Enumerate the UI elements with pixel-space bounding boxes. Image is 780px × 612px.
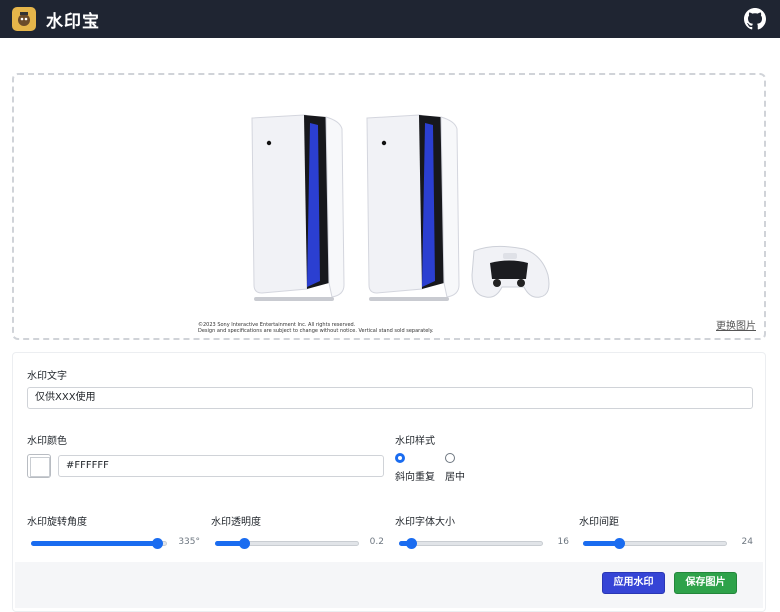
watermark-style-label: 水印样式 xyxy=(395,436,435,447)
github-icon[interactable] xyxy=(744,8,766,30)
slider-thumb[interactable] xyxy=(406,538,417,549)
apply-watermark-button[interactable]: 应用水印 xyxy=(602,572,665,594)
slider-track[interactable] xyxy=(399,541,543,546)
image-caption: ©2023 Sony Interactive Entertainment Inc… xyxy=(198,322,438,334)
settings-panel: 水印文字 仅供XXX使用 水印颜色 #FFFFFF 水印样式 斜向重复 居中 水… xyxy=(12,352,766,612)
top-bar: 水印宝 xyxy=(0,0,780,38)
rotation-value: 335° xyxy=(178,537,200,547)
watermark-color-label: 水印颜色 xyxy=(27,436,67,447)
slider-thumb[interactable] xyxy=(614,538,625,549)
spacing-label: 水印间距 xyxy=(579,517,619,528)
rotation-label: 水印旋转角度 xyxy=(27,517,87,528)
spacing-slider[interactable] xyxy=(583,535,727,551)
save-image-button[interactable]: 保存图片 xyxy=(674,572,737,594)
color-swatch[interactable] xyxy=(27,454,51,478)
caption-line-2: Design and specifications are subject to… xyxy=(198,328,434,334)
change-image-link[interactable]: 更换图片 xyxy=(716,317,756,332)
spacing-value: 24 xyxy=(741,537,753,547)
slider-thumb[interactable] xyxy=(239,538,250,549)
style-radio-diagonal[interactable] xyxy=(395,453,405,463)
app-title: 水印宝 xyxy=(46,11,100,32)
slider-thumb[interactable] xyxy=(152,538,163,549)
action-bar: 应用水印 保存图片 xyxy=(15,562,763,608)
rotation-slider[interactable] xyxy=(31,535,167,551)
color-hex-input[interactable]: #FFFFFF xyxy=(58,455,384,477)
slider-fill xyxy=(31,541,157,546)
font-size-value: 16 xyxy=(557,537,569,547)
opacity-label: 水印透明度 xyxy=(211,517,261,528)
font-size-slider[interactable] xyxy=(399,535,543,551)
app-logo-icon xyxy=(12,7,36,31)
font-size-label: 水印字体大小 xyxy=(395,517,455,528)
style-option-diagonal[interactable]: 斜向重复 xyxy=(395,468,435,483)
opacity-value: 0.2 xyxy=(369,537,384,547)
watermark-text-input[interactable]: 仅供XXX使用 xyxy=(27,387,753,409)
opacity-slider[interactable] xyxy=(215,535,359,551)
product-image xyxy=(251,114,550,301)
style-radio-center[interactable] xyxy=(445,453,455,463)
style-option-center[interactable]: 居中 xyxy=(445,468,465,483)
main-area: ©2023 Sony Interactive Entertainment Inc… xyxy=(0,38,780,612)
image-drop-zone[interactable]: ©2023 Sony Interactive Entertainment Inc… xyxy=(12,73,766,340)
watermark-text-label: 水印文字 xyxy=(27,371,67,382)
